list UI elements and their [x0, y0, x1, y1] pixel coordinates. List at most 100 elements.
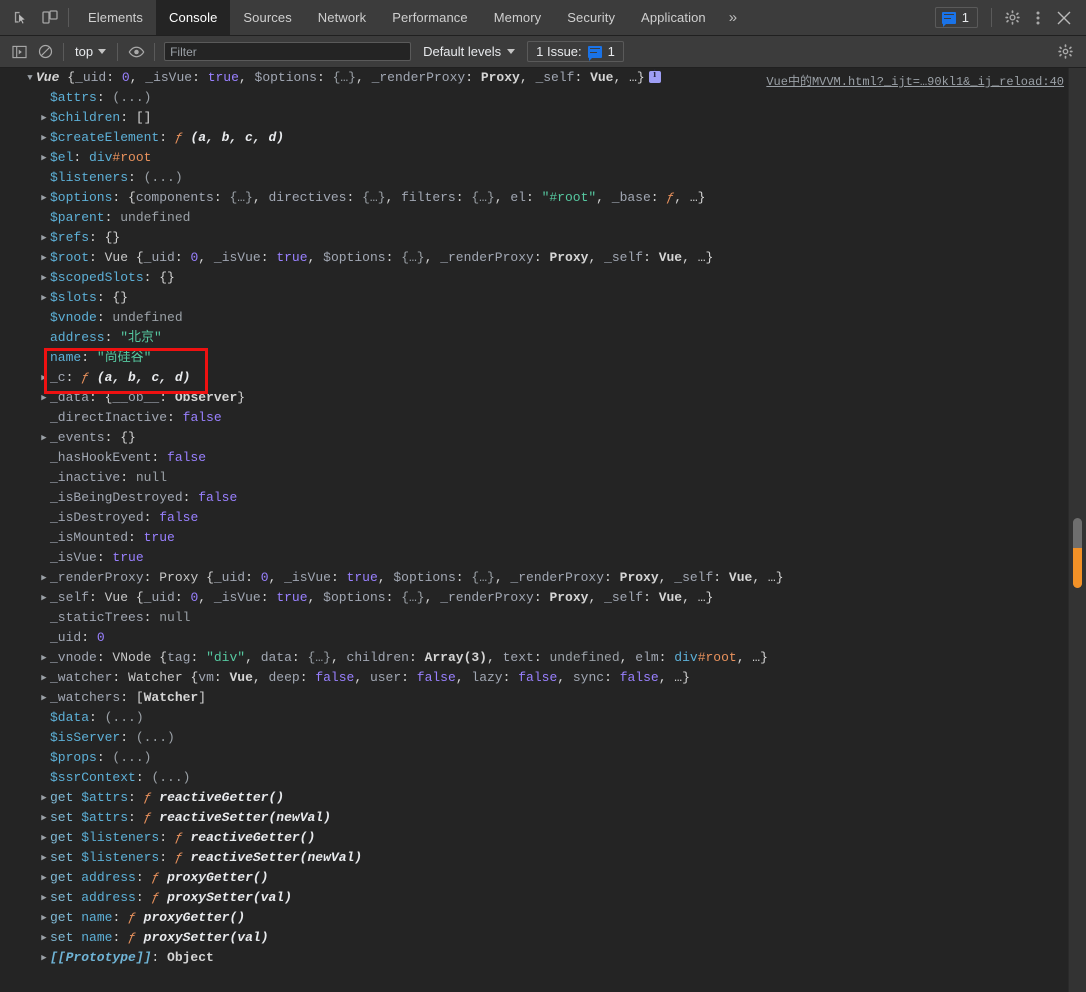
console-property-row[interactable]: ▶$props: (...)	[0, 748, 1068, 768]
console-scrollbar[interactable]	[1068, 68, 1086, 992]
console-property-row[interactable]: ▶ _c: ƒ (a, b, c, d)	[0, 368, 1068, 388]
tab-network[interactable]: Network	[305, 0, 379, 35]
issues-bar-button[interactable]: 1 Issue: 1	[527, 41, 624, 62]
chevron-right-icon[interactable]: ▶	[38, 108, 50, 128]
chevron-right-icon[interactable]: ▶	[38, 368, 50, 388]
console-property-row[interactable]: ▶ get $listeners: ƒ reactiveGetter()	[0, 828, 1068, 848]
console-property-row[interactable]: ▶_isVue: true	[0, 548, 1068, 568]
chevron-right-icon[interactable]: ▶	[38, 268, 50, 288]
console-property-row[interactable]: ▶ $root: Vue {_uid: 0, _isVue: true, $opt…	[0, 248, 1068, 268]
scrollbar-thumb[interactable]	[1073, 518, 1082, 588]
console-property-row[interactable]: ▶ _self: Vue {_uid: 0, _isVue: true, $opt…	[0, 588, 1068, 608]
console-property-row[interactable]: ▶_hasHookEvent: false	[0, 448, 1068, 468]
message-icon	[941, 11, 956, 27]
chevron-right-icon[interactable]: ▶	[38, 828, 50, 848]
console-property-row[interactable]: ▶ set address: ƒ proxySetter(val)	[0, 888, 1068, 908]
console-property-row[interactable]: ▶$parent: undefined	[0, 208, 1068, 228]
console-property-row[interactable]: ▶name: "尚硅谷"	[0, 348, 1068, 368]
chevron-right-icon[interactable]: ▶	[38, 948, 50, 968]
console-property-row[interactable]: ▶ set name: ƒ proxySetter(val)	[0, 928, 1068, 948]
console-property-row[interactable]: ▶$isServer: (...)	[0, 728, 1068, 748]
tab-application[interactable]: Application	[628, 0, 719, 35]
chevron-right-icon[interactable]: ▶	[38, 928, 50, 948]
show-console-sidebar-icon[interactable]	[6, 39, 32, 65]
chevron-right-icon[interactable]: ▶	[38, 848, 50, 868]
console-property-row[interactable]: ▶ _renderProxy: Proxy {_uid: 0, _isVue: t…	[0, 568, 1068, 588]
chevron-right-icon[interactable]: ▶	[38, 688, 50, 708]
kebab-menu-icon[interactable]	[1026, 6, 1050, 30]
tab-security[interactable]: Security	[554, 0, 628, 35]
console-property-row[interactable]: ▶ $slots: {}	[0, 288, 1068, 308]
chevron-right-icon[interactable]: ▶	[38, 588, 50, 608]
chevron-right-icon[interactable]: ▶	[38, 128, 50, 148]
console-property-row[interactable]: ▶_inactive: null	[0, 468, 1068, 488]
console-property-row[interactable]: ▶$ssrContext: (...)	[0, 768, 1068, 788]
chevron-right-icon[interactable]: ▶	[38, 668, 50, 688]
console-property-row[interactable]: ▶ $createElement: ƒ (a, b, c, d)	[0, 128, 1068, 148]
console-property-row[interactable]: ▶_isDestroyed: false	[0, 508, 1068, 528]
console-property-row[interactable]: ▶ get address: ƒ proxyGetter()	[0, 868, 1068, 888]
chevron-right-icon[interactable]: ▶	[38, 808, 50, 828]
chevron-right-icon[interactable]: ▶	[38, 788, 50, 808]
chevron-right-icon[interactable]: ▶	[38, 648, 50, 668]
console-property-text: _inactive: null	[50, 470, 168, 485]
more-tabs-button[interactable]: »	[719, 0, 747, 35]
console-property-row[interactable]: ▶ $children: []	[0, 108, 1068, 128]
console-output-panel[interactable]: Vue中的MVVM.html?_ijt=…90kl1&_ij_reload:40…	[0, 68, 1086, 992]
console-property-row[interactable]: ▶_directInactive: false	[0, 408, 1068, 428]
tab-memory[interactable]: Memory	[481, 0, 555, 35]
console-property-row[interactable]: ▶$vnode: undefined	[0, 308, 1068, 328]
console-settings-gear-icon[interactable]	[1052, 39, 1078, 65]
chevron-right-icon[interactable]: ▶	[38, 428, 50, 448]
console-property-row[interactable]: ▶$listeners: (...)	[0, 168, 1068, 188]
tab-sources[interactable]: Sources	[230, 0, 304, 35]
console-property-row[interactable]: ▶ $refs: {}	[0, 228, 1068, 248]
chevron-right-icon[interactable]: ▶	[38, 568, 50, 588]
chevron-down-icon[interactable]: ▼	[24, 68, 36, 88]
console-property-row[interactable]: ▶ [[Prototype]]: Object	[0, 948, 1068, 968]
console-property-row[interactable]: ▶ $scopedSlots: {}	[0, 268, 1068, 288]
console-property-row[interactable]: ▶$attrs: (...)	[0, 88, 1068, 108]
chevron-right-icon[interactable]: ▶	[38, 248, 50, 268]
console-property-row[interactable]: ▶_isBeingDestroyed: false	[0, 488, 1068, 508]
console-property-row[interactable]: ▶ set $listeners: ƒ reactiveSetter(newVal…	[0, 848, 1068, 868]
issues-counter-chip[interactable]: 1	[934, 7, 978, 28]
console-property-row[interactable]: ▶_uid: 0	[0, 628, 1068, 648]
console-property-row[interactable]: ▶ $el: div#root	[0, 148, 1068, 168]
console-property-row[interactable]: ▶ get name: ƒ proxyGetter()	[0, 908, 1068, 928]
tab-console[interactable]: Console	[156, 0, 231, 35]
gear-icon[interactable]	[1000, 6, 1024, 30]
chevron-right-icon[interactable]: ▶	[38, 288, 50, 308]
device-toggle-icon[interactable]	[40, 8, 60, 28]
chevron-right-icon[interactable]: ▶	[38, 908, 50, 928]
console-property-row[interactable]: ▼ Vue {_uid: 0, _isVue: true, $options: {…	[0, 68, 1068, 88]
inspect-cursor-icon[interactable]	[10, 8, 30, 28]
console-property-row[interactable]: ▶ get $attrs: ƒ reactiveGetter()	[0, 788, 1068, 808]
tab-elements[interactable]: Elements	[75, 0, 156, 35]
chevron-right-icon[interactable]: ▶	[38, 888, 50, 908]
log-levels-label: Default levels	[423, 44, 502, 59]
close-icon[interactable]	[1052, 6, 1076, 30]
execution-context-selector[interactable]: top	[69, 44, 112, 59]
clear-console-icon[interactable]	[32, 39, 58, 65]
console-property-row[interactable]: ▶address: "北京"	[0, 328, 1068, 348]
console-property-row[interactable]: ▶ _vnode: VNode {tag: "div", data: {…}, c…	[0, 648, 1068, 668]
console-property-row[interactable]: ▶_isMounted: true	[0, 528, 1068, 548]
chevron-right-icon[interactable]: ▶	[38, 188, 50, 208]
filter-input[interactable]	[164, 42, 412, 61]
console-property-row[interactable]: ▶ _data: {__ob__: Observer}	[0, 388, 1068, 408]
console-property-row[interactable]: ▶$data: (...)	[0, 708, 1068, 728]
chevron-right-icon[interactable]: ▶	[38, 148, 50, 168]
console-property-row[interactable]: ▶_staticTrees: null	[0, 608, 1068, 628]
console-property-row[interactable]: ▶ _watchers: [Watcher]	[0, 688, 1068, 708]
console-property-row[interactable]: ▶ $options: {components: {…}, directives:…	[0, 188, 1068, 208]
chevron-right-icon[interactable]: ▶	[38, 868, 50, 888]
live-expression-icon[interactable]	[123, 39, 149, 65]
tab-performance[interactable]: Performance	[379, 0, 481, 35]
console-property-row[interactable]: ▶ set $attrs: ƒ reactiveSetter(newVal)	[0, 808, 1068, 828]
chevron-right-icon[interactable]: ▶	[38, 388, 50, 408]
console-property-row[interactable]: ▶ _events: {}	[0, 428, 1068, 448]
log-levels-dropdown[interactable]: Default levels	[423, 44, 516, 59]
chevron-right-icon[interactable]: ▶	[38, 228, 50, 248]
console-property-row[interactable]: ▶ _watcher: Watcher {vm: Vue, deep: false…	[0, 668, 1068, 688]
